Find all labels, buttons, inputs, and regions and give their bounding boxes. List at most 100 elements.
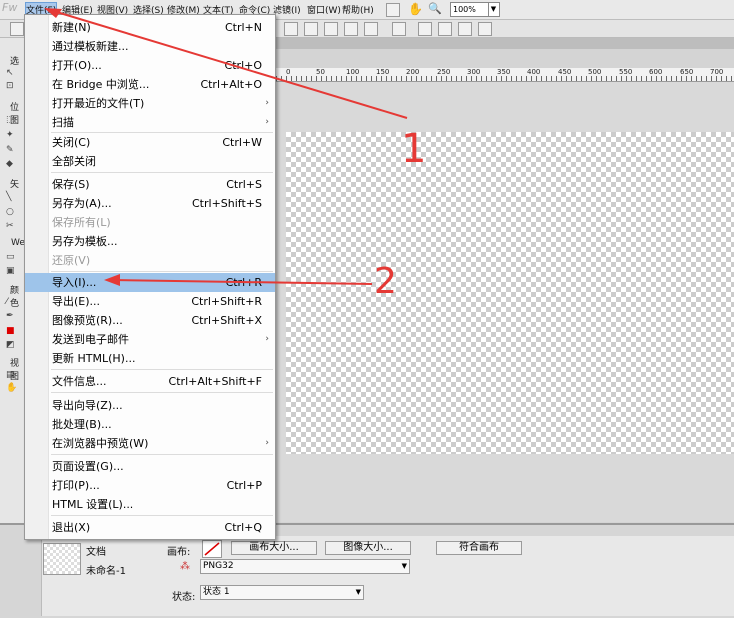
align-icon[interactable] xyxy=(284,22,298,36)
hand-tool-icon[interactable]: ✋ xyxy=(408,3,423,15)
transparent-canvas[interactable] xyxy=(286,132,734,454)
menu-item-new[interactable]: 新建(N) Ctrl+N xyxy=(25,18,275,37)
export-format-icon: ⁂ xyxy=(180,561,190,572)
document-label: 文档 xyxy=(86,547,106,558)
menu-item-preview-in-browser[interactable]: 在浏览器中预览(W) › xyxy=(25,434,275,453)
horizontal-ruler: 0 50 100 150 200 250 300 350 400 450 500… xyxy=(276,68,734,82)
ruler-tick: 50 xyxy=(316,68,325,76)
menu-item-page-setup[interactable]: 页面设置(G)... xyxy=(25,457,275,476)
transform-icon[interactable] xyxy=(478,22,492,36)
menu-separator xyxy=(51,369,273,370)
menu-separator xyxy=(51,172,273,173)
vertical-ruler xyxy=(276,82,282,522)
menu-item-save[interactable]: 保存(S) Ctrl+S xyxy=(25,175,275,194)
ruler-tick: 300 xyxy=(467,68,481,76)
menu-item-update-html[interactable]: 更新 HTML(H)... xyxy=(25,349,275,368)
ruler-tick: 200 xyxy=(406,68,420,76)
ruler-tick: 350 xyxy=(497,68,511,76)
marquee-tool-icon[interactable]: ⬚ xyxy=(6,116,16,125)
menu-item-export[interactable]: 导出(E)... Ctrl+Shift+R xyxy=(25,292,275,311)
menu-item-batch-process[interactable]: 批处理(B)... xyxy=(25,415,275,434)
line-tool-icon[interactable]: ╲ xyxy=(6,193,16,202)
blur-tool-icon[interactable]: ◆ xyxy=(6,160,16,169)
menu-item-browse-in-bridge[interactable]: 在 Bridge 中浏览... Ctrl+Alt+O xyxy=(25,75,275,94)
menu-item-exit[interactable]: 退出(X) Ctrl+Q xyxy=(25,518,275,537)
pen-tool-icon[interactable]: ✒ xyxy=(6,312,16,321)
menu-item-close-all[interactable]: 全部关闭 xyxy=(25,152,275,171)
chevron-down-icon: ▼ xyxy=(355,588,361,596)
ruler-ticks xyxy=(276,76,734,81)
menu-item-save-all: 保存所有(L) xyxy=(52,216,111,229)
magic-wand-tool-icon[interactable]: ✦ xyxy=(6,131,16,140)
ruler-tick: 600 xyxy=(649,68,663,76)
swap-colors-icon[interactable]: ◩ xyxy=(6,341,16,350)
state-select[interactable]: 状态 1 ▼ xyxy=(200,585,364,600)
join-icon[interactable] xyxy=(344,22,358,36)
menu-item-open[interactable]: 打开(O)... Ctrl+O xyxy=(25,56,275,75)
document-name: 未命名-1 xyxy=(86,566,126,577)
menu-item-open-recent[interactable]: 打开最近的文件(T) › xyxy=(25,94,275,113)
screen-mode-icon[interactable]: ▤ xyxy=(6,371,16,380)
menu-item-print[interactable]: 打印(P)... Ctrl+P xyxy=(25,476,275,495)
new-document-icon[interactable] xyxy=(10,22,24,36)
pointer-tool-icon[interactable]: ↖ xyxy=(6,69,16,78)
zoom-tool-icon[interactable]: 🔍 xyxy=(428,3,442,15)
hotspot-tool-icon[interactable]: ▭ xyxy=(6,253,16,262)
menu-item-scan[interactable]: 扫描 › xyxy=(25,113,275,132)
split-icon[interactable] xyxy=(364,22,378,36)
menu-item-close[interactable]: 关闭(C) Ctrl+W xyxy=(25,133,275,152)
menu-item-export-wizard[interactable]: 导出向导(Z)... xyxy=(25,396,275,415)
menu-item-import[interactable]: 导入(I)... Ctrl+R xyxy=(25,273,275,292)
menu-item-save-as-template[interactable]: 另存为模板... xyxy=(25,232,275,251)
file-menu-dropdown: 新建(N) Ctrl+N 通过模板新建... 打开(O)... Ctrl+O 在 B… xyxy=(24,14,276,540)
hand-icon[interactable]: ✋ xyxy=(6,384,17,393)
rotate-icon[interactable] xyxy=(418,22,432,36)
group-icon[interactable] xyxy=(304,22,318,36)
ruler-tick: 0 xyxy=(286,68,291,76)
slice-tool-icon[interactable]: ▣ xyxy=(6,267,16,276)
document-thumbnail xyxy=(43,543,81,575)
export-format-select[interactable]: PNG32 ▼ xyxy=(200,559,410,574)
menu-item-html-settings[interactable]: HTML 设置(L)... xyxy=(25,495,275,514)
tool-group-select-label: 选 xyxy=(10,57,20,67)
bridge-icon[interactable] xyxy=(386,3,400,17)
canvas-color-swatch[interactable] xyxy=(202,540,222,558)
menu-help[interactable]: 帮助(H) xyxy=(342,3,374,16)
menu-item-file-info[interactable]: 文件信息... Ctrl+Alt+Shift+F xyxy=(25,372,275,391)
brush-tool-icon[interactable]: ✎ xyxy=(6,146,16,155)
image-size-button[interactable]: 图像大小... xyxy=(325,541,411,555)
chevron-down-icon: ▼ xyxy=(401,562,407,570)
ruler-tick: 150 xyxy=(376,68,390,76)
menu-separator xyxy=(51,454,273,455)
flip-icon[interactable] xyxy=(438,22,452,36)
chevron-right-icon: › xyxy=(265,438,269,448)
eyedropper-tool-icon[interactable]: ⁄ xyxy=(6,298,16,307)
chevron-right-icon: › xyxy=(265,334,269,344)
menu-filters[interactable]: 滤镜(I) xyxy=(273,3,301,16)
crop-tool-icon[interactable]: ⊡ xyxy=(6,82,16,91)
ellipse-tool-icon[interactable]: ○ xyxy=(6,208,16,217)
ruler-tick: 250 xyxy=(437,68,451,76)
menu-item-new-from-template[interactable]: 通过模板新建... xyxy=(25,37,275,56)
distribute-icon[interactable] xyxy=(458,22,472,36)
fit-canvas-button[interactable]: 符合画布 xyxy=(436,541,522,555)
chevron-down-icon[interactable]: ▼ xyxy=(488,2,498,16)
arrange-icon[interactable] xyxy=(392,22,406,36)
ruler-tick: 550 xyxy=(619,68,633,76)
menu-item-save-as[interactable]: 另存为(A)... Ctrl+Shift+S xyxy=(25,194,275,213)
knife-tool-icon[interactable]: ✂ xyxy=(6,222,16,231)
menu-window[interactable]: 窗口(W) xyxy=(307,3,341,16)
canvas-size-button[interactable]: 画布大小... xyxy=(231,541,317,555)
menu-separator xyxy=(51,271,273,272)
no-color-icon xyxy=(204,542,220,556)
menu-item-send-email[interactable]: 发送到电子邮件 › xyxy=(25,330,275,349)
document-tab-strip xyxy=(276,38,734,49)
menu-separator xyxy=(51,515,273,516)
state-label: 状态: xyxy=(172,592,196,603)
fill-color-icon[interactable]: ■ xyxy=(6,327,16,336)
menu-item-image-preview[interactable]: 图像预览(R)... Ctrl+Shift+X xyxy=(25,311,275,330)
ungroup-icon[interactable] xyxy=(324,22,338,36)
tool-group-vector-label: 矢 xyxy=(10,180,20,190)
ruler-tick: 700 xyxy=(710,68,724,76)
menu-separator xyxy=(51,392,273,393)
